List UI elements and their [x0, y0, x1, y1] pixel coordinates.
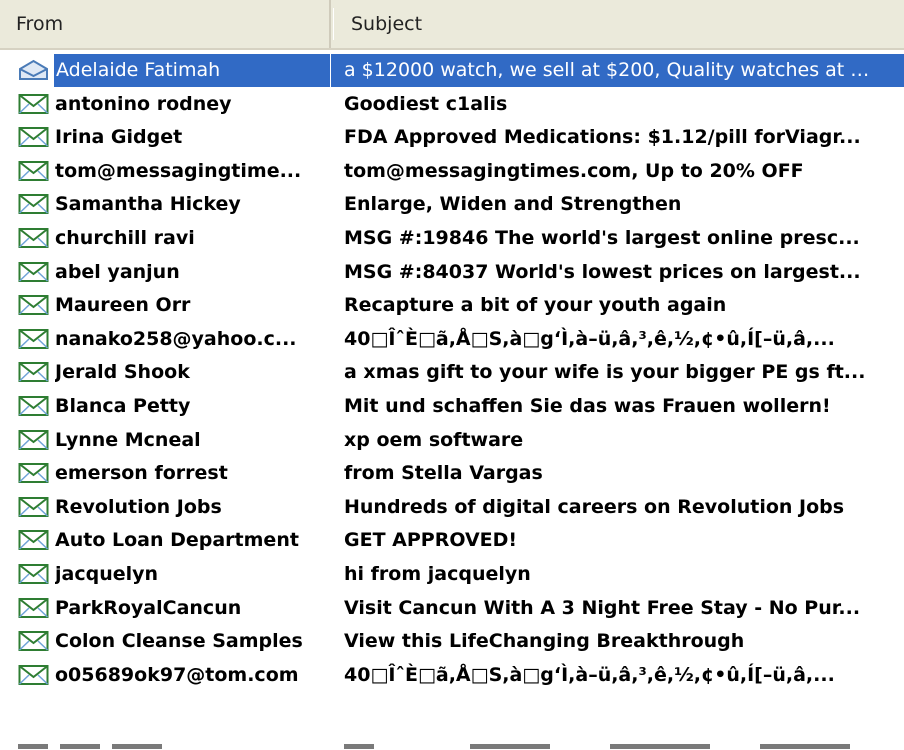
message-sender: nanako258@yahoo.c... — [55, 327, 297, 350]
message-subject: GET APPROVED! — [344, 529, 518, 552]
message-sender: Auto Loan Department — [55, 529, 299, 552]
message-row[interactable]: churchill ravi MSG #:19846 The world's la… — [0, 222, 904, 256]
envelope-icon — [18, 429, 49, 451]
message-row[interactable]: nanako258@yahoo.c... 40□ÎˆÈ□ã,Å□S,à□gʻÌ,à… — [0, 323, 904, 357]
column-header-subject[interactable]: Subject — [331, 0, 904, 48]
message-subject: MSG #:84037 World's lowest prices on lar… — [344, 260, 861, 283]
message-sender: tom@messagingtime... — [55, 159, 302, 182]
message-row[interactable]: Blanca Petty Mit und schaffen Sie das was… — [0, 390, 904, 424]
message-subject: View this LifeChanging Breakthrough — [344, 630, 745, 653]
envelope-icon — [18, 93, 49, 115]
message-subject: FDA Approved Medications: $1.12/pill for… — [344, 126, 861, 149]
message-subject: xp oem software — [344, 428, 524, 451]
message-sender: o05689ok97@tom.com — [55, 663, 299, 686]
message-row[interactable]: abel yanjun MSG #:84037 World's lowest pr… — [0, 256, 904, 290]
message-sender: abel yanjun — [55, 260, 180, 283]
message-row[interactable]: Jerald Shook a xmas gift to your wife is … — [0, 356, 904, 390]
envelope-icon — [18, 597, 49, 619]
message-row[interactable]: ParkRoyalCancun Visit Cancun With A 3 Nig… — [0, 592, 904, 626]
opened-envelope-icon — [18, 59, 49, 81]
message-subject: Goodiest c1alis — [344, 92, 508, 115]
message-sender: jacquelyn — [55, 562, 159, 585]
envelope-icon — [18, 496, 49, 518]
message-subject: Recapture a bit of your youth again — [344, 294, 727, 317]
message-row[interactable]: o05689ok97@tom.com 40□ÎˆÈ□ã,Å□S,à□gʻÌ,à–ü… — [0, 659, 904, 693]
message-subject: from Stella Vargas — [344, 462, 543, 485]
message-row[interactable]: Adelaide Fatimah a $12000 watch, we sell … — [0, 54, 904, 88]
message-row[interactable]: Maureen Orr Recapture a bit of your youth… — [0, 289, 904, 323]
message-row[interactable]: tom@messagingtime... tom@messagingtimes.c… — [0, 155, 904, 189]
message-sender: ParkRoyalCancun — [55, 596, 242, 619]
message-subject: tom@messagingtimes.com, Up to 20% OFF — [344, 159, 804, 182]
message-sender: churchill ravi — [55, 226, 195, 249]
envelope-icon — [18, 664, 49, 686]
message-row[interactable]: emerson forrest from Stella Vargas — [0, 457, 904, 491]
message-sender: emerson forrest — [55, 462, 228, 485]
envelope-icon — [18, 126, 49, 148]
message-sender: Lynne Mcneal — [55, 428, 201, 451]
message-subject: a $12000 watch, we sell at $200, Quality… — [331, 54, 904, 87]
message-sender: Maureen Orr — [55, 294, 191, 317]
message-sender: Adelaide Fatimah — [54, 54, 330, 87]
envelope-icon — [18, 630, 49, 652]
envelope-icon — [18, 361, 49, 383]
message-row[interactable]: Revolution Jobs Hundreds of digital caree… — [0, 491, 904, 525]
message-row[interactable]: Irina Gidget FDA Approved Medications: $1… — [0, 121, 904, 155]
message-subject: a xmas gift to your wife is your bigger … — [344, 361, 866, 384]
message-subject: Mit und schaffen Sie das was Frauen woll… — [344, 394, 831, 417]
envelope-icon — [18, 227, 49, 249]
message-subject: 40□ÎˆÈ□ã,Å□S,à□gʻÌ,à–ü,â,³,ê,½,¢•û,Í[–ü,… — [344, 663, 835, 686]
envelope-icon — [18, 563, 49, 585]
message-sender: antonino rodney — [55, 92, 232, 115]
message-subject: Enlarge, Widen and Strengthen — [344, 193, 682, 216]
message-sender: Blanca Petty — [55, 394, 191, 417]
envelope-icon — [18, 261, 49, 283]
column-header-from[interactable]: From — [0, 0, 331, 48]
envelope-icon — [18, 193, 49, 215]
message-sender: Revolution Jobs — [55, 495, 222, 518]
message-sender: Samantha Hickey — [55, 193, 241, 216]
envelope-icon — [18, 462, 49, 484]
message-list: Adelaide Fatimah a $12000 watch, we sell … — [0, 54, 904, 692]
message-sender: Irina Gidget — [55, 126, 183, 149]
envelope-icon — [18, 160, 49, 182]
message-sender: Jerald Shook — [55, 361, 190, 384]
message-row[interactable]: Samantha Hickey Enlarge, Widen and Streng… — [0, 188, 904, 222]
envelope-icon — [18, 529, 49, 551]
envelope-icon — [18, 395, 49, 417]
message-row[interactable]: Colon Cleanse Samples View this LifeChang… — [0, 625, 904, 659]
message-row-partial[interactable] — [0, 728, 904, 750]
message-row[interactable]: jacquelyn hi from jacquelyn — [0, 558, 904, 592]
message-subject: Hundreds of digital careers on Revolutio… — [344, 495, 845, 518]
message-row[interactable]: Lynne Mcneal xp oem software — [0, 424, 904, 458]
message-row[interactable]: Auto Loan Department GET APPROVED! — [0, 524, 904, 558]
envelope-icon — [18, 294, 49, 316]
message-subject: hi from jacquelyn — [344, 562, 531, 585]
column-header: From Subject — [0, 0, 904, 50]
message-subject: MSG #:19846 The world's largest online p… — [344, 226, 860, 249]
message-subject: Visit Cancun With A 3 Night Free Stay - … — [344, 596, 861, 619]
message-row[interactable]: antonino rodney Goodiest c1alis — [0, 88, 904, 122]
message-sender: Colon Cleanse Samples — [55, 630, 303, 653]
envelope-icon — [18, 328, 49, 350]
message-subject: 40□ÎˆÈ□ã,Å□S,à□gʻÌ,à–ü,â,³,ê,½,¢•û,Í[–ü,… — [344, 327, 835, 350]
